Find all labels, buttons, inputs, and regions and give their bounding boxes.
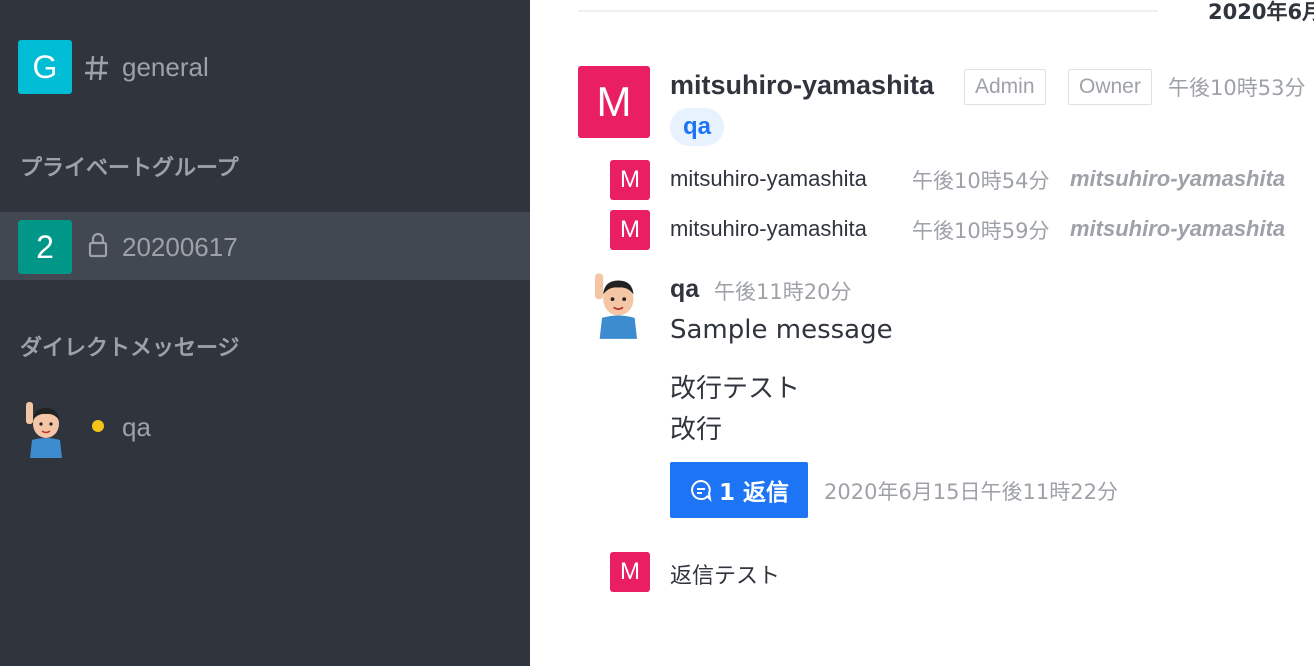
- message-username[interactable]: mitsuhiro-yamashita: [670, 70, 934, 101]
- message-text: Sample message: [670, 315, 893, 345]
- system-message-text: mitsuhiro-yamashita: [1070, 216, 1286, 241]
- date-divider: [578, 10, 1158, 12]
- message-time: 午後10時54分: [912, 169, 1050, 193]
- sidebar-item-label: qa: [122, 412, 151, 442]
- user-avatar-small[interactable]: M: [610, 552, 650, 592]
- direct-messages-heading: ダイレクトメッセージ: [20, 336, 240, 361]
- role-badge-admin: Admin: [964, 69, 1046, 105]
- sidebar-item-qa[interactable]: [0, 394, 530, 462]
- message-username[interactable]: mitsuhiro-yamashita: [670, 166, 867, 192]
- message-time: 午後11時20分: [714, 280, 852, 304]
- date-separator: 2020年6月: [1208, 0, 1314, 24]
- group-avatar: 2: [18, 220, 72, 274]
- sidebar-item-label: general: [122, 52, 209, 82]
- message-text: 改行テスト: [670, 374, 801, 404]
- sidebar-item-general[interactable]: G general: [0, 34, 530, 102]
- message-text: 返信テスト: [670, 563, 781, 588]
- thread-icon: [691, 479, 712, 502]
- message-time: 午後10時59分: [912, 219, 1050, 243]
- sidebar: G general プライベートグループ 2 20200617 ダイレクトメッセ…: [0, 0, 530, 666]
- user-avatar-small[interactable]: M: [610, 160, 650, 200]
- status-indicator: [92, 420, 104, 432]
- thread-reply-button[interactable]: 1 返信: [670, 462, 808, 518]
- user-avatar[interactable]: M: [578, 66, 650, 138]
- app-window: G general プライベートグループ 2 20200617 ダイレクトメッセ…: [0, 0, 1314, 666]
- sidebar-item-20200617[interactable]: 2 20200617: [0, 212, 530, 280]
- raised-hand-person-avatar: [26, 402, 62, 458]
- user-avatar-small[interactable]: M: [610, 210, 650, 250]
- private-groups-heading: プライベートグループ: [20, 156, 239, 181]
- message-username[interactable]: qa: [670, 275, 699, 304]
- last-reply-time: 2020年6月15日午後11時22分: [824, 480, 1118, 504]
- message-area: 2020年6月 M mitsuhiro-yamashita Admin Owne…: [530, 0, 1314, 666]
- message-text: 改行: [670, 415, 723, 445]
- message-username[interactable]: mitsuhiro-yamashita: [670, 216, 867, 242]
- channel-avatar: G: [18, 40, 72, 94]
- sidebar-item-label: 20200617: [122, 232, 238, 262]
- reply-count-label: 1 返信: [718, 480, 789, 506]
- role-badge-owner: Owner: [1068, 69, 1152, 105]
- raised-hand-person-avatar[interactable]: [588, 270, 644, 340]
- mention-tag[interactable]: qa: [670, 108, 725, 146]
- message-time: 午後10時53分: [1168, 76, 1306, 100]
- hash-icon: [85, 55, 108, 81]
- lock-icon: [88, 232, 108, 258]
- system-message-text: mitsuhiro-yamashita: [1070, 166, 1286, 191]
